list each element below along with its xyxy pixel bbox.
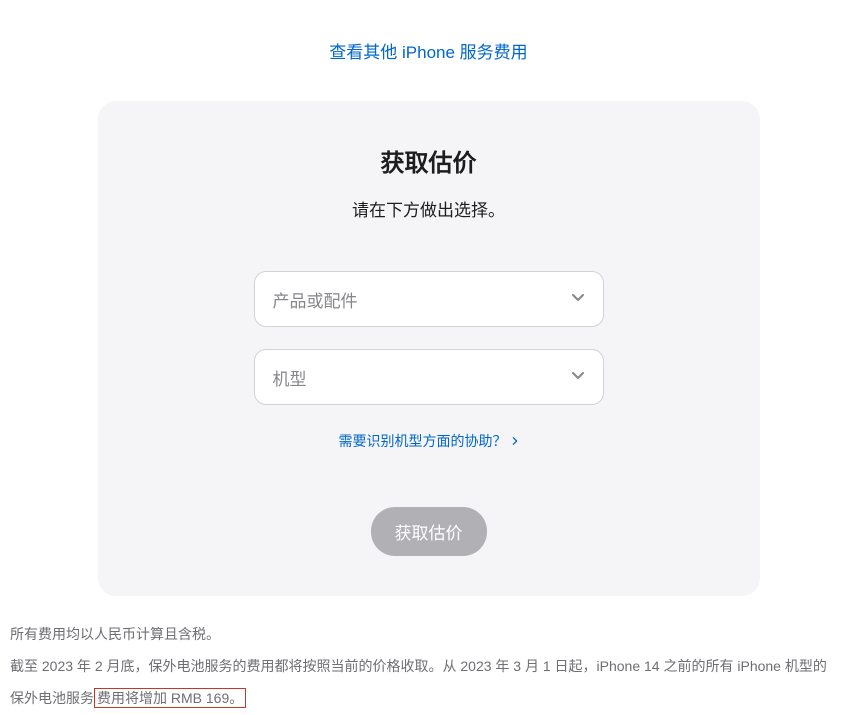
identify-model-help-link[interactable]: 需要识别机型方面的协助？ bbox=[339, 431, 519, 451]
top-link-container: 查看其他 iPhone 服务费用 bbox=[0, 0, 857, 101]
footer-notes: 所有费用均以人民币计算且含税。 截至 2023 年 2 月底，保外电池服务的费用… bbox=[10, 618, 840, 715]
footer-note-1: 所有费用均以人民币计算且含税。 bbox=[10, 618, 840, 650]
product-select[interactable]: 产品或配件 bbox=[254, 271, 604, 327]
card-subtitle: 请在下方做出选择。 bbox=[138, 196, 720, 221]
chevron-down-icon bbox=[571, 290, 585, 309]
help-link-label: 需要识别机型方面的协助？ bbox=[339, 431, 507, 451]
product-select-wrapper: 产品或配件 bbox=[254, 271, 604, 327]
model-select-wrapper: 机型 bbox=[254, 349, 604, 405]
get-estimate-button[interactable]: 获取估价 bbox=[371, 507, 487, 556]
chevron-down-icon bbox=[571, 368, 585, 387]
estimate-card: 获取估价 请在下方做出选择。 产品或配件 机型 需要识别机型方面的协助？ bbox=[98, 101, 760, 596]
model-select[interactable]: 机型 bbox=[254, 349, 604, 405]
chevron-right-icon bbox=[511, 433, 519, 449]
card-title: 获取估价 bbox=[138, 143, 720, 178]
footer-note-2: 截至 2023 年 2 月底，保外电池服务的费用都将按照当前的价格收取。从 20… bbox=[10, 650, 840, 714]
highlighted-price-note: 费用将增加 RMB 169。 bbox=[94, 688, 246, 708]
model-select-placeholder: 机型 bbox=[273, 365, 307, 390]
other-iphone-service-link[interactable]: 查看其他 iPhone 服务费用 bbox=[329, 43, 527, 62]
submit-row: 获取估价 bbox=[138, 507, 720, 556]
product-select-placeholder: 产品或配件 bbox=[273, 287, 358, 312]
